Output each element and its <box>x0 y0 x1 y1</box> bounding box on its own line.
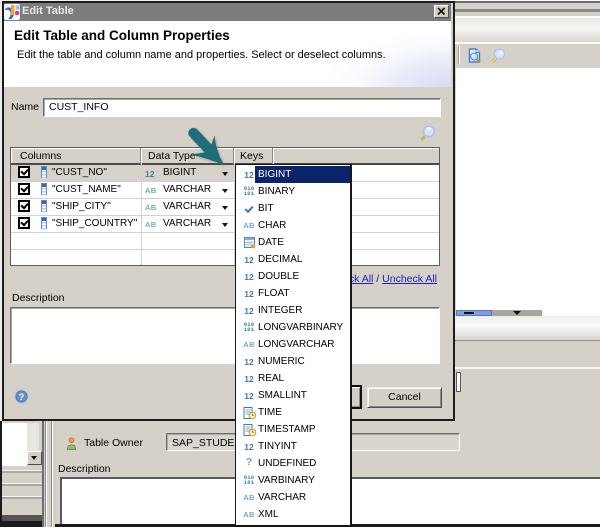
svg-text:?: ? <box>19 392 25 402</box>
